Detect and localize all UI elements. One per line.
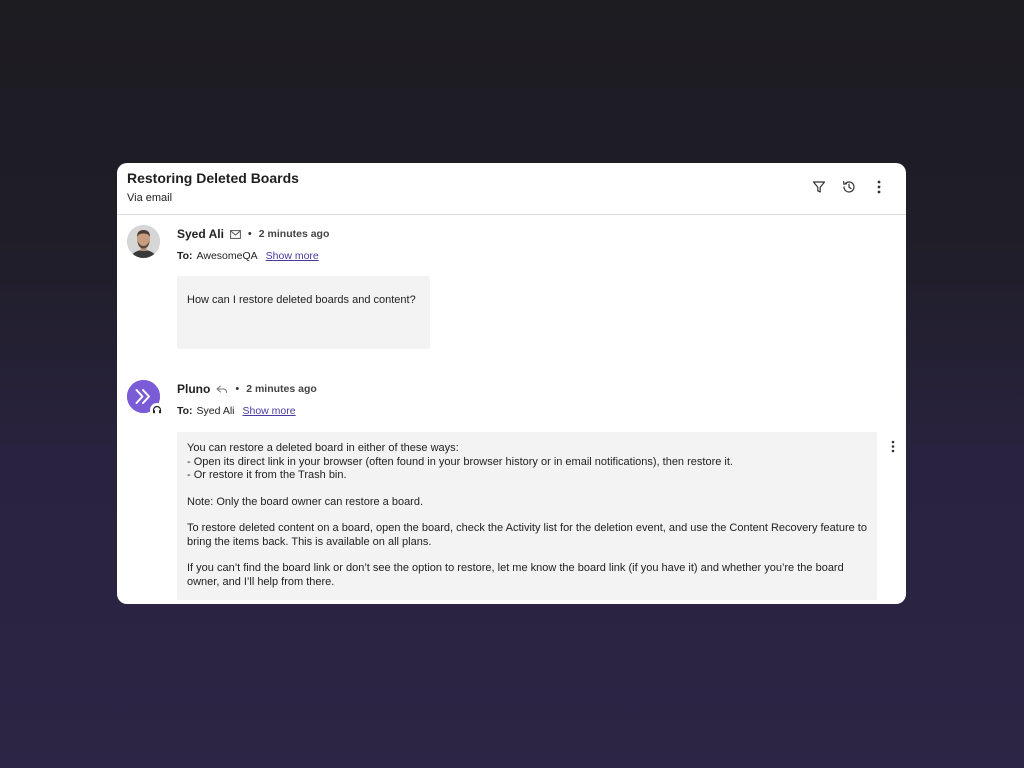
- conversation-title: Restoring Deleted Boards: [127, 170, 299, 186]
- conversation-panel: Restoring Deleted Boards Via email Syed …: [117, 163, 906, 604]
- more-vertical-icon: [877, 180, 881, 194]
- to-label: To:: [177, 405, 193, 417]
- headset-icon: [150, 403, 164, 417]
- history-button[interactable]: [839, 177, 859, 197]
- sender-name: Pluno: [177, 382, 211, 396]
- message-meta: Pluno • 2 minutes ago: [177, 382, 317, 396]
- message-time: 2 minutes ago: [246, 383, 317, 395]
- recipient-line: To: AwesomeQA Show more: [177, 250, 319, 262]
- message-paragraph: If you can’t find the board link or don’…: [187, 562, 844, 588]
- user-photo-icon: [127, 225, 160, 258]
- history-icon: [843, 181, 855, 193]
- message-options-button[interactable]: [886, 438, 900, 454]
- conversation-channel: Via email: [127, 192, 173, 204]
- message-paragraph: To restore deleted content on a board, o…: [187, 522, 867, 548]
- message-body: How can I restore deleted boards and con…: [177, 276, 430, 349]
- avatar[interactable]: [127, 380, 164, 417]
- more-options-button[interactable]: [869, 177, 889, 197]
- to-label: To:: [177, 250, 193, 262]
- message-body: You can restore a deleted board in eithe…: [177, 432, 877, 600]
- meta-separator: •: [235, 383, 240, 395]
- meta-separator: •: [247, 228, 252, 240]
- conversation-header: Restoring Deleted Boards Via email: [117, 163, 906, 215]
- recipient-line: To: Syed Ali Show more: [177, 405, 296, 417]
- mail-icon: [230, 229, 241, 239]
- message-paragraph: You can restore a deleted board in eithe…: [187, 442, 733, 481]
- show-more-link[interactable]: Show more: [266, 250, 319, 262]
- filter-button[interactable]: [809, 177, 829, 197]
- message-meta: Syed Ali • 2 minutes ago: [177, 227, 329, 241]
- message-paragraph: How can I restore deleted boards and con…: [187, 294, 416, 306]
- sender-name: Syed Ali: [177, 227, 224, 241]
- message-time: 2 minutes ago: [258, 228, 330, 240]
- recipient-name: AwesomeQA: [196, 250, 258, 262]
- recipient-name: Syed Ali: [196, 405, 235, 417]
- reply-icon: [216, 385, 228, 394]
- avatar[interactable]: [127, 225, 160, 258]
- more-vertical-icon: [891, 440, 895, 452]
- show-more-link[interactable]: Show more: [243, 405, 296, 417]
- header-actions: [809, 177, 889, 197]
- message-paragraph: Note: Only the board owner can restore a…: [187, 495, 424, 508]
- filter-icon: [812, 181, 826, 193]
